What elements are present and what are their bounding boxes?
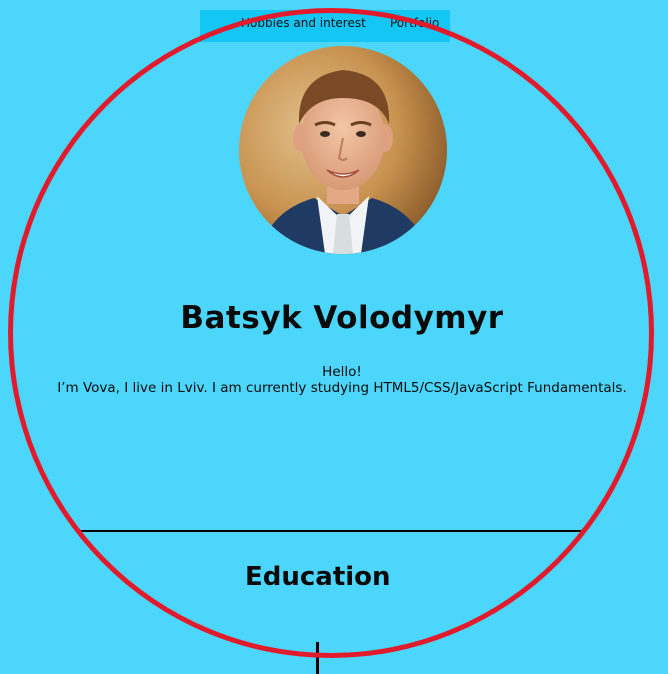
bio-intro: I’m Vova, I live in Lviv. I am currently… (57, 380, 627, 396)
section-divider (80, 530, 586, 532)
profile-name: Batsyk Volodymyr (180, 300, 504, 336)
nav-link-portfolio[interactable]: Portfolio (390, 16, 439, 30)
page: Hobbies and interest Portfolio Batsyk Vo… (0, 0, 668, 674)
education-heading: Education (245, 562, 391, 592)
nav-link-hobbies[interactable]: Hobbies and interest (241, 16, 366, 30)
bio-greeting: Hello! (322, 364, 362, 380)
profile-bio: Hello! I’m Vova, I live in Lviv. I am cu… (0, 364, 668, 396)
timeline-line (316, 642, 319, 674)
avatar (239, 46, 447, 254)
